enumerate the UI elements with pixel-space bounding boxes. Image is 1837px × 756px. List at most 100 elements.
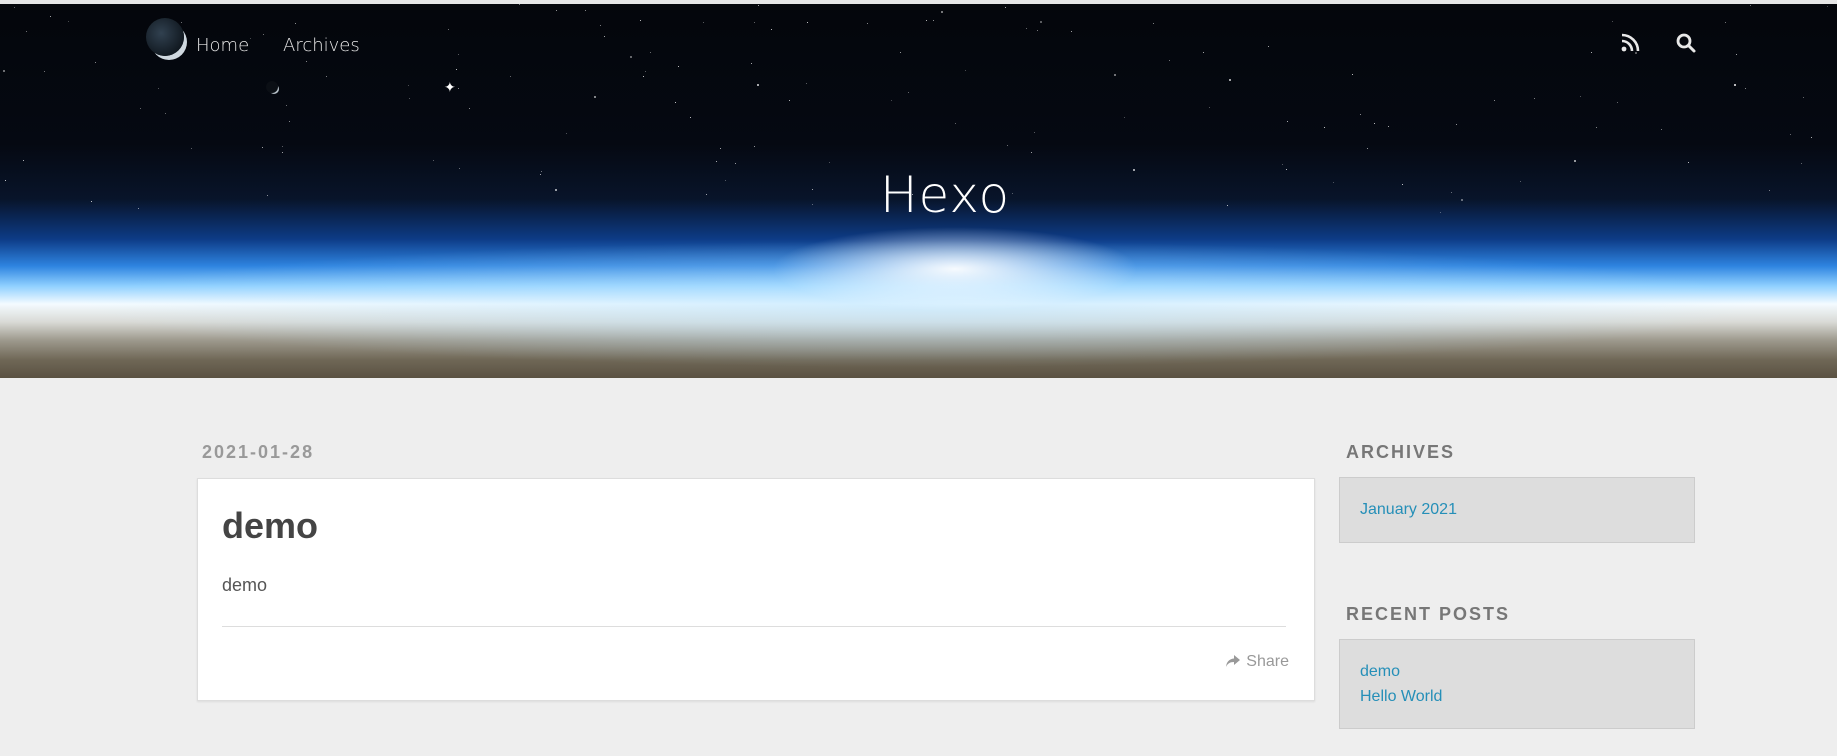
recent-post-link-hello-world[interactable]: Hello World: [1360, 688, 1442, 706]
star: [326, 76, 327, 77]
star: [703, 22, 704, 23]
moon-logo: [146, 18, 184, 56]
star: [1494, 100, 1495, 101]
nav-archives-link[interactable]: Archives: [283, 35, 360, 56]
star: [1367, 148, 1368, 149]
star: [1617, 102, 1618, 103]
star: [158, 88, 159, 89]
star: [754, 22, 755, 23]
star: [458, 88, 459, 89]
sparkle-star: ✦: [444, 79, 456, 95]
star: [433, 160, 434, 161]
star: [1388, 126, 1389, 127]
star: [751, 63, 752, 64]
star: [1596, 127, 1597, 128]
star: [1580, 96, 1581, 97]
star: [1287, 121, 1288, 122]
star: [643, 76, 644, 77]
star: [965, 70, 966, 71]
star: [891, 100, 892, 101]
star: [1124, 117, 1125, 118]
star: [409, 98, 410, 99]
star: [26, 31, 27, 32]
star: [1209, 107, 1210, 108]
star: [1750, 5, 1751, 6]
star: [68, 21, 69, 22]
star: [867, 23, 868, 24]
post-card: demo demo Share: [197, 478, 1315, 701]
star: [1803, 97, 1804, 98]
star: [1574, 160, 1576, 162]
star: [1456, 124, 1457, 125]
rss-icon[interactable]: [1617, 30, 1643, 56]
small-moon: [266, 81, 278, 93]
star: [282, 152, 283, 153]
post-title[interactable]: demo: [222, 505, 318, 547]
star: [594, 96, 596, 98]
star: [1282, 164, 1283, 165]
archive-link-january-2021[interactable]: January 2021: [1360, 501, 1457, 519]
star: [955, 123, 956, 124]
star: [14, 7, 15, 8]
star: [720, 148, 721, 149]
star: [191, 148, 192, 149]
share-label: Share: [1246, 653, 1289, 670]
share-arrow-icon: [1226, 655, 1241, 667]
star: [1360, 114, 1361, 115]
archives-widget: January 2021: [1339, 477, 1695, 543]
star: [519, 4, 520, 5]
star: [23, 160, 24, 161]
star: [1801, 163, 1802, 164]
recent-posts-widget: demo Hello World: [1339, 639, 1695, 729]
star: [675, 102, 676, 103]
star: [510, 76, 511, 77]
star: [941, 11, 943, 13]
star: [282, 146, 283, 147]
star: [95, 62, 96, 63]
star: [1827, 6, 1828, 7]
star: [604, 36, 605, 37]
star: [1169, 60, 1170, 61]
star: [1734, 84, 1736, 86]
star: [1688, 162, 1689, 163]
star: [1031, 152, 1032, 153]
star: [165, 113, 166, 114]
star: [458, 54, 459, 55]
star: [933, 20, 934, 21]
star: [754, 146, 755, 147]
star: [1007, 145, 1008, 146]
star: [650, 52, 651, 53]
star: [556, 10, 557, 11]
star: [262, 147, 263, 148]
star: [181, 22, 182, 23]
search-icon[interactable]: [1673, 30, 1699, 56]
share-button[interactable]: Share: [1225, 653, 1289, 671]
nav-home-link[interactable]: Home: [196, 35, 249, 56]
recent-post-link-demo[interactable]: demo: [1360, 663, 1400, 681]
star: [306, 61, 307, 62]
star: [3, 70, 5, 72]
star: [716, 161, 717, 162]
star: [645, 71, 646, 72]
star: [1534, 98, 1535, 99]
post-divider: [222, 626, 1286, 627]
star: [757, 84, 759, 86]
star: [44, 71, 45, 72]
star: [1203, 52, 1204, 53]
star: [926, 20, 927, 21]
star: [448, 29, 449, 30]
star: [1745, 88, 1746, 89]
post-date[interactable]: 2021-01-28: [202, 442, 314, 463]
star: [469, 108, 470, 109]
star: [900, 52, 901, 53]
star: [1661, 129, 1662, 130]
site-title[interactable]: Hexo: [0, 166, 1837, 224]
star: [289, 121, 290, 122]
star: [1153, 23, 1154, 24]
header-banner: ✦ Home Archives Hexo: [0, 4, 1837, 378]
star: [566, 133, 567, 134]
star: [1071, 31, 1072, 32]
star: [408, 85, 409, 86]
star: [456, 69, 457, 70]
star: [286, 105, 287, 106]
